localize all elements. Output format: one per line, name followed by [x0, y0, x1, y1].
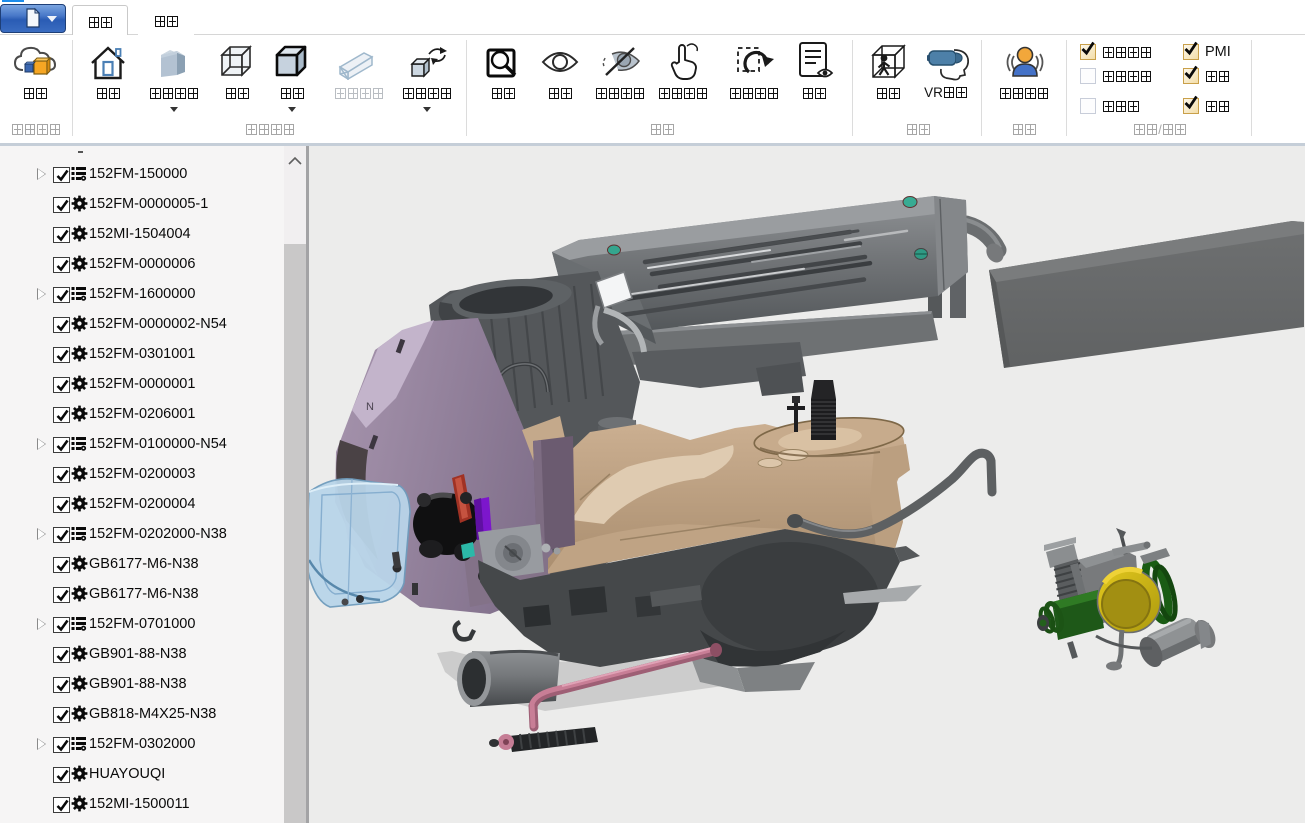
svg-text:N: N [366, 401, 374, 413]
